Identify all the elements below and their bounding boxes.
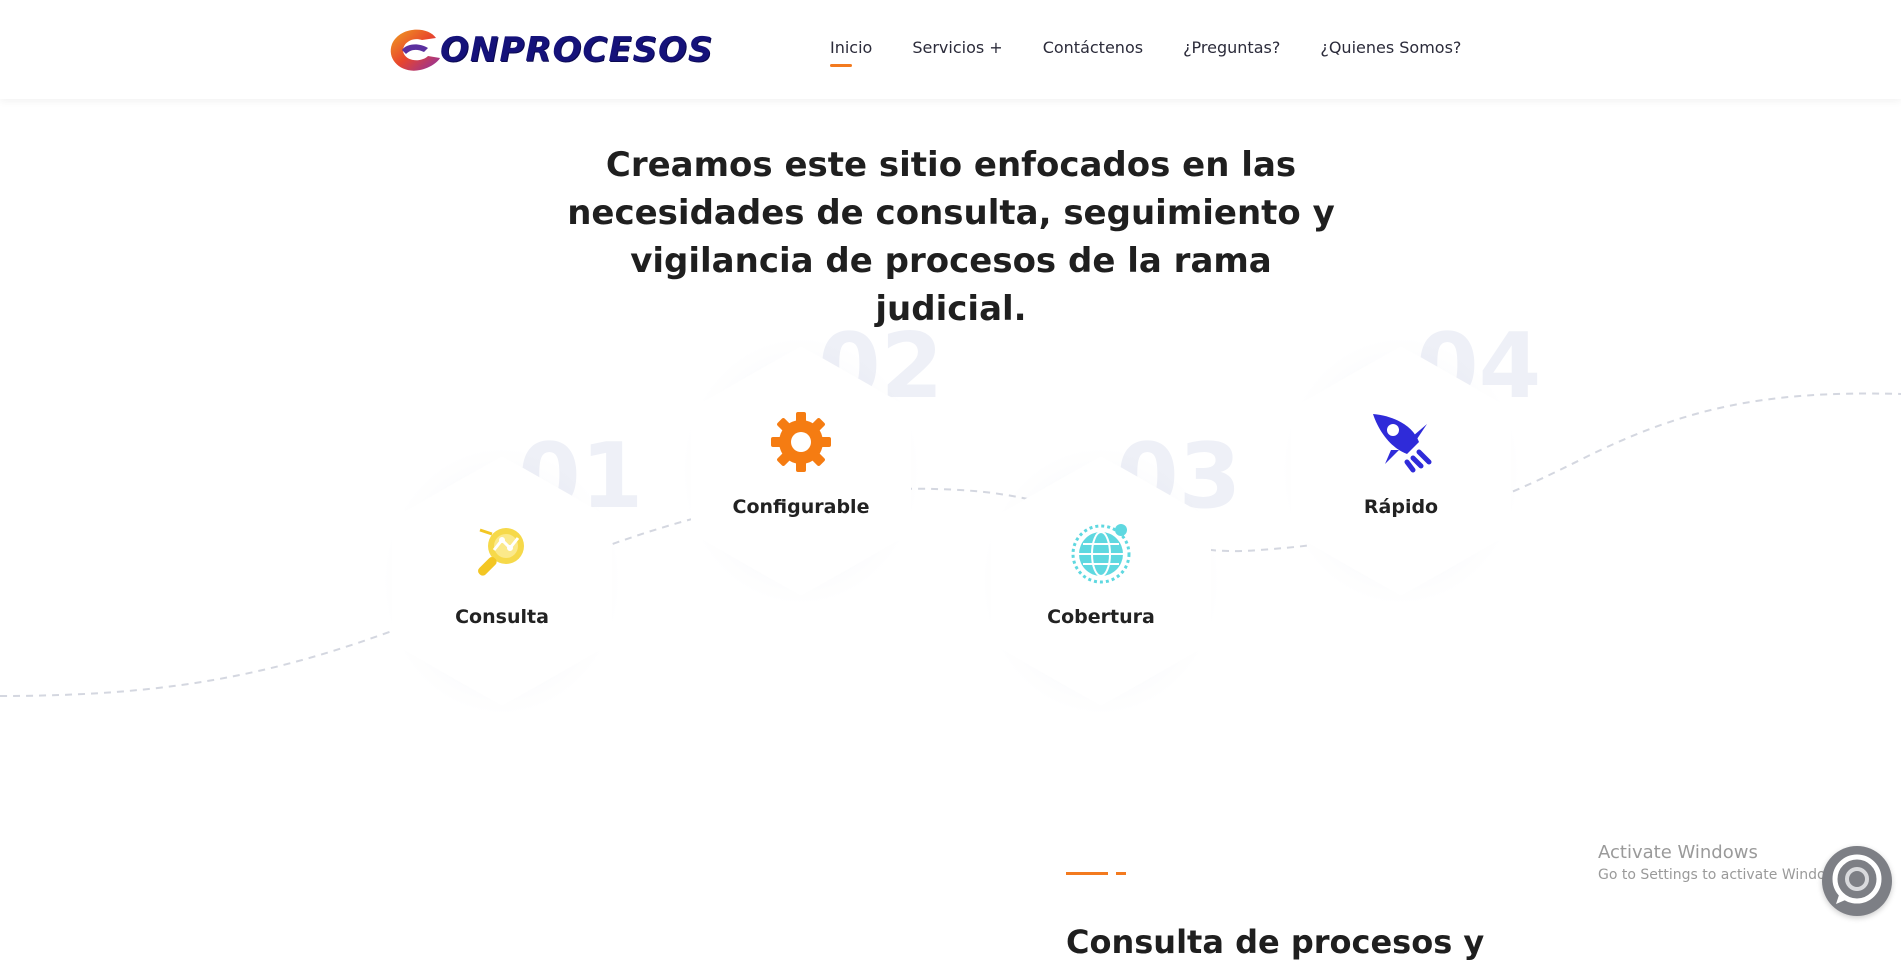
chat-bubble-icon (1832, 854, 1882, 904)
rocket-icon (1369, 410, 1433, 474)
nav-item-inicio[interactable]: Inicio (830, 38, 872, 67)
hero-headline: Creamos este sitio enfocados en las nece… (560, 141, 1342, 333)
hero-headline-line-3: vigilancia de procesos de la rama judici… (630, 240, 1272, 329)
globe-icon (1069, 520, 1133, 584)
feature-card-configurable[interactable]: Configurable (681, 336, 921, 606)
windows-activation-watermark: Activate Windows Go to Settings to activ… (1598, 842, 1849, 883)
accent-bar-long (1066, 872, 1108, 875)
brand-logo[interactable]: ONPROCESOS (384, 24, 712, 76)
activation-subtitle: Go to Settings to activate Windows. (1598, 867, 1849, 883)
feature-label-configurable: Configurable (732, 496, 870, 518)
nav-item-preguntas[interactable]: ¿Preguntas? (1183, 38, 1280, 57)
activation-title: Activate Windows (1598, 842, 1758, 863)
section-title: Consulta de procesos y (1066, 922, 1485, 961)
nav-item-servicios[interactable]: Servicios + (912, 38, 1002, 57)
nav-item-contactenos[interactable]: Contáctenos (1043, 38, 1143, 57)
feature-card-consulta[interactable]: Consulta (382, 446, 622, 716)
dashed-wave-decoration (0, 392, 1901, 697)
feature-card-rapido[interactable]: Rápido (1281, 336, 1521, 606)
c-swirl-logo-icon (384, 24, 448, 76)
brand-name: ONPROCESOS (440, 30, 714, 70)
chat-widget-button[interactable] (1822, 846, 1892, 916)
feature-label-cobertura: Cobertura (1047, 606, 1155, 628)
feature-label-consulta: Consulta (455, 606, 549, 628)
hero-headline-line-1: Creamos este sitio enfocados en las (605, 144, 1297, 185)
nav-item-quienes-somos[interactable]: ¿Quienes Somos? (1320, 38, 1461, 57)
magnifier-chart-icon (470, 520, 534, 584)
main-nav: Inicio Servicios + Contáctenos ¿Pregunta… (830, 38, 1501, 67)
feature-label-rapido: Rápido (1363, 496, 1439, 518)
accent-bar-short (1116, 872, 1126, 875)
site-header: ONPROCESOS Inicio Servicios + Contácteno… (0, 0, 1901, 99)
gear-icon (769, 410, 833, 474)
feature-card-cobertura[interactable]: Cobertura (981, 446, 1221, 716)
hero-headline-line-2: necesidades de consulta, seguimiento y (567, 192, 1335, 233)
